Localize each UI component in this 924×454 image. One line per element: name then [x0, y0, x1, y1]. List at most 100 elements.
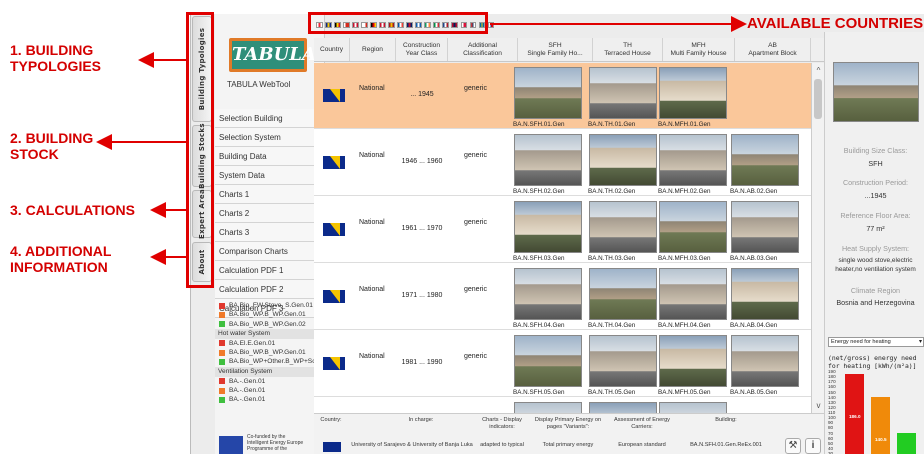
settings-footer: Country: In charge: Charts - Display ind…: [314, 413, 824, 454]
footer-assessment-value[interactable]: European standard: [610, 442, 674, 449]
system-list-item[interactable]: BA.-.Gen.01: [215, 377, 324, 386]
sidebar-menu-item[interactable]: Calculation PDF 1: [215, 261, 324, 280]
wrench-icon[interactable]: ⚒: [785, 438, 801, 454]
system-color-swatch-icon: [219, 302, 225, 309]
table-row[interactable]: National 1946 ... 1960 generic BA.N.SFH.02.…: [314, 130, 811, 196]
footer-country-flag-icon: [323, 442, 341, 452]
building-photo[interactable]: [659, 335, 727, 387]
system-list-item[interactable]: BA.-.Gen.01: [215, 386, 324, 395]
building-photo[interactable]: [589, 335, 657, 387]
sidebar-menu-item[interactable]: Calculation PDF 2: [215, 280, 324, 299]
system-list-item[interactable]: BA.Bio_FW.Stove_S.Gen.01: [215, 301, 324, 310]
footer-primary-energy-value[interactable]: Total primary energy: [528, 442, 608, 449]
system-color-swatch-icon: [219, 321, 225, 328]
system-list-item[interactable]: BA.Bio_WP.B_WP.Gen.01: [215, 310, 324, 319]
size-class-label: Building Size Class:: [843, 146, 908, 155]
table-scrollbar[interactable]: ^ v: [811, 63, 824, 413]
country-flag-icon[interactable]: [487, 22, 495, 28]
country-flag-icon: [323, 290, 345, 303]
classification-cell: generic: [464, 219, 487, 226]
sidebar: TABULA TABULA WebTool Selection Building…: [215, 14, 325, 454]
sidebar-menu-item[interactable]: Charts 1: [215, 185, 324, 204]
sidebar-menu-item[interactable]: Comparison Charts: [215, 242, 324, 261]
column-header[interactable]: AB Apartment Block: [735, 38, 811, 61]
page: Building Typologies Building Stocks Expe…: [0, 0, 924, 454]
annotation-available-countries: AVAILABLE COUNTRIES: [747, 15, 924, 32]
system-list-item[interactable]: BA.Bio_WP.B_WP.Gen.02: [215, 320, 324, 329]
system-color-swatch-icon: [219, 340, 225, 347]
building-photo[interactable]: [659, 67, 727, 119]
column-header[interactable]: Country: [314, 38, 350, 61]
building-photo[interactable]: [659, 134, 727, 186]
building-photo[interactable]: [514, 268, 582, 320]
system-color-swatch-icon: [219, 396, 225, 403]
webtool-label: TABULA WebTool: [227, 80, 291, 89]
system-list-item[interactable]: BA.-.Gen.01: [215, 395, 324, 404]
building-code-label: BA.N.AB.02.Gen: [730, 188, 778, 195]
column-header[interactable]: Region: [350, 38, 396, 61]
tabula-logo: TABULA: [229, 38, 316, 72]
selected-building-photo: [833, 62, 919, 122]
building-photo[interactable]: [589, 67, 657, 119]
sidebar-menu-item[interactable]: Selection Building: [215, 109, 324, 128]
scroll-up-icon[interactable]: ^: [813, 65, 824, 76]
year-class-cell: ... 1945: [410, 91, 434, 98]
footer-in-charge-value: University of Sarajevo & University of B…: [351, 442, 473, 448]
annotation-building-stock: 2. BUILDING STOCK: [10, 130, 94, 162]
column-header[interactable]: MFH Multi Family House: [663, 38, 735, 61]
building-photo[interactable]: [514, 402, 582, 413]
system-list-item[interactable]: BA.Bio_WP.B_WP.Gen.01: [215, 348, 324, 357]
table-row[interactable]: National 1971 ... 1980 generic BA.N.SFH.04.…: [314, 264, 811, 330]
scroll-thumb[interactable]: [814, 79, 822, 119]
system-list-item[interactable]: BA.El.E.Gen.01: [215, 339, 324, 348]
building-code-label: BA.N.AB.03.Gen: [730, 255, 778, 262]
building-photo[interactable]: [659, 268, 727, 320]
scroll-down-icon[interactable]: v: [813, 400, 824, 411]
building-photo[interactable]: [731, 268, 799, 320]
system-item-label: BA.-.Gen.01: [229, 377, 266, 385]
table-row[interactable]: National 1961 ... 1970 generic BA.N.SFH.03.…: [314, 197, 811, 263]
sidebar-menu-item[interactable]: Building Data: [215, 147, 324, 166]
system-item-label: BA.Bio_FW.Stove_S.Gen.01: [229, 302, 313, 309]
column-header[interactable]: TH Terraced House: [593, 38, 663, 61]
country-flag-icon: [323, 357, 345, 370]
footer-header-charts: Charts - Display indicators:: [482, 417, 522, 430]
building-photo[interactable]: [659, 402, 727, 413]
building-photo[interactable]: [589, 268, 657, 320]
building-photo[interactable]: [731, 134, 799, 186]
sidebar-menu-item[interactable]: Charts 2: [215, 204, 324, 223]
building-code-label: BA.N.TH.04.Gen: [588, 322, 636, 329]
chart-indicator-select[interactable]: Energy need for heating ▾: [828, 337, 924, 347]
chart-bar: [871, 397, 890, 454]
building-photo[interactable]: [514, 335, 582, 387]
building-photo[interactable]: [514, 201, 582, 253]
column-header[interactable]: Construction Year Class: [396, 38, 448, 61]
system-list-item[interactable]: BA.Bio_WP+Other.B_WP+Sol: [215, 357, 324, 366]
building-photo[interactable]: [731, 201, 799, 253]
footer-header-country: Country:: [320, 417, 342, 423]
building-photo[interactable]: [731, 335, 799, 387]
footer-charts-value[interactable]: adapted to typical: [477, 442, 527, 449]
building-photo[interactable]: [514, 67, 582, 119]
building-photo[interactable]: [589, 201, 657, 253]
building-photo[interactable]: [659, 201, 727, 253]
sidebar-menu-item[interactable]: Charts 3: [215, 223, 324, 242]
system-item-label: BA.-.Gen.01: [229, 387, 266, 395]
table-row[interactable]: National ... 1945 generic BA.N.SFH.01.Gen BA…: [314, 63, 811, 129]
info-icon[interactable]: i: [805, 438, 821, 454]
sidebar-menu-item[interactable]: Selection System: [215, 128, 324, 147]
tabula-webtool-app: Building Typologies Building Stocks Expe…: [190, 14, 924, 454]
year-class-cell: 1946 ... 1960: [401, 158, 443, 165]
construction-period-value: ...1945: [864, 191, 887, 200]
table-row[interactable]: National 1981 ... 1990 generic BA.N.SFH.05.…: [314, 331, 811, 397]
column-header[interactable]: Additional Classification: [448, 38, 518, 61]
building-photo[interactable]: [514, 134, 582, 186]
floor-area-value: 77 m²: [866, 224, 885, 233]
sidebar-menu-item[interactable]: System Data: [215, 166, 324, 185]
system-color-swatch-icon: [219, 378, 225, 385]
system-item-label: BA.El.E.Gen.01: [229, 339, 276, 347]
building-photo[interactable]: [589, 402, 657, 413]
column-header[interactable]: SFH Single Family Ho...: [518, 38, 593, 61]
table-row[interactable]: National: [314, 398, 811, 413]
building-photo[interactable]: [589, 134, 657, 186]
